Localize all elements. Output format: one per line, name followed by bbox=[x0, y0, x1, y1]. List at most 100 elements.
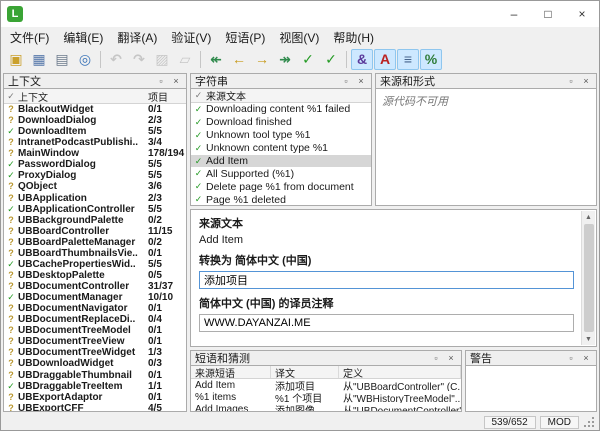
context-row[interactable]: ?UBApplication2/3 bbox=[4, 193, 186, 204]
float-panel-icon[interactable]: ▫ bbox=[155, 75, 167, 87]
menu-item-5[interactable]: 视图(V) bbox=[272, 27, 326, 48]
resize-grip[interactable] bbox=[583, 416, 595, 428]
context-row[interactable]: ✓PasswordDialog5/5 bbox=[4, 159, 186, 170]
context-row[interactable]: ?UBExportAdaptor0/1 bbox=[4, 392, 186, 403]
context-name: UBBoardController bbox=[18, 226, 148, 237]
phrase-row[interactable]: %1 items%1 个项目从"WBHistoryTreeModel"... bbox=[191, 391, 461, 403]
context-row[interactable]: ?UBDocumentController31/37 bbox=[4, 281, 186, 292]
close-panel-icon[interactable]: × bbox=[580, 75, 592, 87]
modified-indicator: MOD bbox=[540, 416, 579, 429]
menu-item-1[interactable]: 编辑(E) bbox=[56, 27, 110, 48]
editor-scrollbar[interactable]: ▲ ▼ bbox=[581, 211, 595, 345]
save-icon[interactable]: ▦ bbox=[28, 49, 50, 70]
context-row[interactable]: ?UBBoardPaletteManager0/2 bbox=[4, 237, 186, 248]
phrases-list-header[interactable]: 来源短语 译文 定义 bbox=[191, 366, 461, 379]
scroll-down-icon[interactable]: ▼ bbox=[582, 333, 595, 345]
context-row[interactable]: ?UBDesktopPalette0/5 bbox=[4, 270, 186, 281]
float-panel-icon[interactable]: ▫ bbox=[340, 75, 352, 87]
minimize-button[interactable]: – bbox=[497, 1, 531, 27]
phrase-row[interactable]: Add Images添加图像从"UBDocumentController"... bbox=[191, 403, 461, 412]
warnings-panel: 警告 ▫ × bbox=[465, 350, 597, 412]
string-row[interactable]: ✓Unknown content type %1 bbox=[191, 142, 371, 155]
string-row[interactable]: ✓Delete page %1 from document bbox=[191, 180, 371, 193]
context-row[interactable]: ?UBExportCFF4/5 bbox=[4, 403, 186, 411]
source-text-value: Add Item bbox=[199, 234, 574, 246]
scroll-up-icon[interactable]: ▲ bbox=[582, 211, 595, 223]
context-row[interactable]: ?UBDocumentReplaceDi..0/4 bbox=[4, 314, 186, 325]
context-row[interactable]: ?UBDownloadWidget0/3 bbox=[4, 358, 186, 369]
close-panel-icon[interactable]: × bbox=[170, 75, 182, 87]
context-row[interactable]: ✓UBDraggableTreeItem1/1 bbox=[4, 381, 186, 392]
phrases-panel-title: 短语和猜测 bbox=[195, 350, 250, 366]
context-row[interactable]: ?UBDocumentTreeView0/1 bbox=[4, 336, 186, 347]
source-phrase-column-header: 来源短语 bbox=[191, 366, 271, 378]
context-row[interactable]: ?IntranetPodcastPublishi..3/4 bbox=[4, 137, 186, 148]
float-panel-icon[interactable]: ▫ bbox=[430, 352, 442, 364]
menu-item-0[interactable]: 文件(F) bbox=[3, 27, 56, 48]
next-item-icon[interactable]: → bbox=[251, 49, 273, 70]
source-text-column-header: 来源文本 bbox=[206, 89, 371, 103]
string-row[interactable]: ✓Downloading content %1 failed bbox=[191, 103, 371, 116]
context-row[interactable]: ?UBBoardThumbnailsVie..0/1 bbox=[4, 248, 186, 259]
float-panel-icon[interactable]: ▫ bbox=[565, 75, 577, 87]
close-button[interactable]: × bbox=[565, 1, 599, 27]
context-row[interactable]: ✓UBCachePropertiesWid..5/5 bbox=[4, 259, 186, 270]
string-row[interactable]: ✓Page %1 deleted bbox=[191, 193, 371, 206]
context-row[interactable]: ✓DownloadItem5/5 bbox=[4, 126, 186, 137]
prev-unfinished-icon[interactable]: ↞ bbox=[205, 49, 227, 70]
toggle-placemarkers-icon[interactable]: % bbox=[420, 49, 442, 70]
context-row[interactable]: ✓UBDocumentManager10/10 bbox=[4, 292, 186, 303]
unfinished-icon: ? bbox=[4, 215, 18, 226]
phrase-definition: 从"UBDocumentController"... bbox=[339, 403, 461, 412]
close-panel-icon[interactable]: × bbox=[445, 352, 457, 364]
cursor-position-indicator: 539/652 bbox=[484, 416, 536, 429]
context-row[interactable]: ?QObject3/6 bbox=[4, 181, 186, 192]
close-panel-icon[interactable]: × bbox=[355, 75, 367, 87]
done-and-next-icon[interactable]: ✓ bbox=[297, 49, 319, 70]
scrollbar-thumb[interactable] bbox=[584, 224, 594, 332]
toggle-accelerators-icon[interactable]: & bbox=[351, 49, 373, 70]
translation-input[interactable] bbox=[199, 271, 574, 289]
open-file-icon[interactable]: ▣ bbox=[5, 49, 27, 70]
warnings-panel-body bbox=[465, 366, 597, 412]
context-list: ?BlackoutWidget0/1?DownloadDialog2/3✓Dow… bbox=[4, 104, 186, 411]
strings-panel-buttons: ▫ × bbox=[340, 75, 367, 87]
menu-item-2[interactable]: 翻译(A) bbox=[110, 27, 164, 48]
string-row[interactable]: ✓Add Item bbox=[191, 155, 371, 168]
close-panel-icon[interactable]: × bbox=[580, 352, 592, 364]
context-row[interactable]: ?DownloadDialog2/3 bbox=[4, 115, 186, 126]
menu-item-4[interactable]: 短语(P) bbox=[218, 27, 272, 48]
done-and-save-icon[interactable]: ✓ bbox=[320, 49, 342, 70]
context-row[interactable]: ?UBDocumentTreeWidget1/3 bbox=[4, 347, 186, 358]
context-list-header[interactable]: ✓ 上下文 项目 bbox=[4, 89, 186, 104]
print-icon[interactable]: ▤ bbox=[51, 49, 73, 70]
string-row[interactable]: ✓Download finished bbox=[191, 116, 371, 129]
float-panel-icon[interactable]: ▫ bbox=[565, 352, 577, 364]
phrase-row[interactable]: Add Item添加项目从"UBBoardController" (C... bbox=[191, 379, 461, 391]
phrase-source: Add Item bbox=[191, 380, 271, 391]
context-row[interactable]: ?UBDocumentTreeModel0/1 bbox=[4, 325, 186, 336]
context-row[interactable]: ✓ProxyDialog5/5 bbox=[4, 170, 186, 181]
source-text-label: 来源文本 bbox=[199, 215, 574, 231]
maximize-button[interactable]: □ bbox=[531, 1, 565, 27]
context-row[interactable]: ?UBDocumentNavigator0/1 bbox=[4, 303, 186, 314]
context-row[interactable]: ?UBDraggableThumbnail0/1 bbox=[4, 370, 186, 381]
next-unfinished-icon[interactable]: ↠ bbox=[274, 49, 296, 70]
translator-notes-input[interactable] bbox=[199, 314, 574, 332]
toggle-phrases-icon[interactable]: ≡ bbox=[397, 49, 419, 70]
menu-item-6[interactable]: 帮助(H) bbox=[326, 27, 381, 48]
find-icon[interactable]: ◎ bbox=[74, 49, 96, 70]
context-row[interactable]: ✓UBApplicationController5/5 bbox=[4, 204, 186, 215]
toggle-punctuation-icon[interactable]: A bbox=[374, 49, 396, 70]
window-controls: – □ × bbox=[497, 1, 599, 27]
strings-list-header[interactable]: ✓ 来源文本 bbox=[191, 89, 371, 103]
string-row[interactable]: ✓Unknown tool type %1 bbox=[191, 129, 371, 142]
prev-item-icon[interactable]: ← bbox=[228, 49, 250, 70]
context-row[interactable]: ?UBBoardController11/15 bbox=[4, 226, 186, 237]
string-row[interactable]: ✓All Supported (%1) bbox=[191, 167, 371, 180]
context-row[interactable]: ?MainWindow178/194 bbox=[4, 148, 186, 159]
menu-item-3[interactable]: 验证(V) bbox=[164, 27, 218, 48]
context-row[interactable]: ?UBBackgroundPalette0/2 bbox=[4, 215, 186, 226]
context-item-count: 0/4 bbox=[148, 314, 186, 325]
context-row[interactable]: ?BlackoutWidget0/1 bbox=[4, 104, 186, 115]
